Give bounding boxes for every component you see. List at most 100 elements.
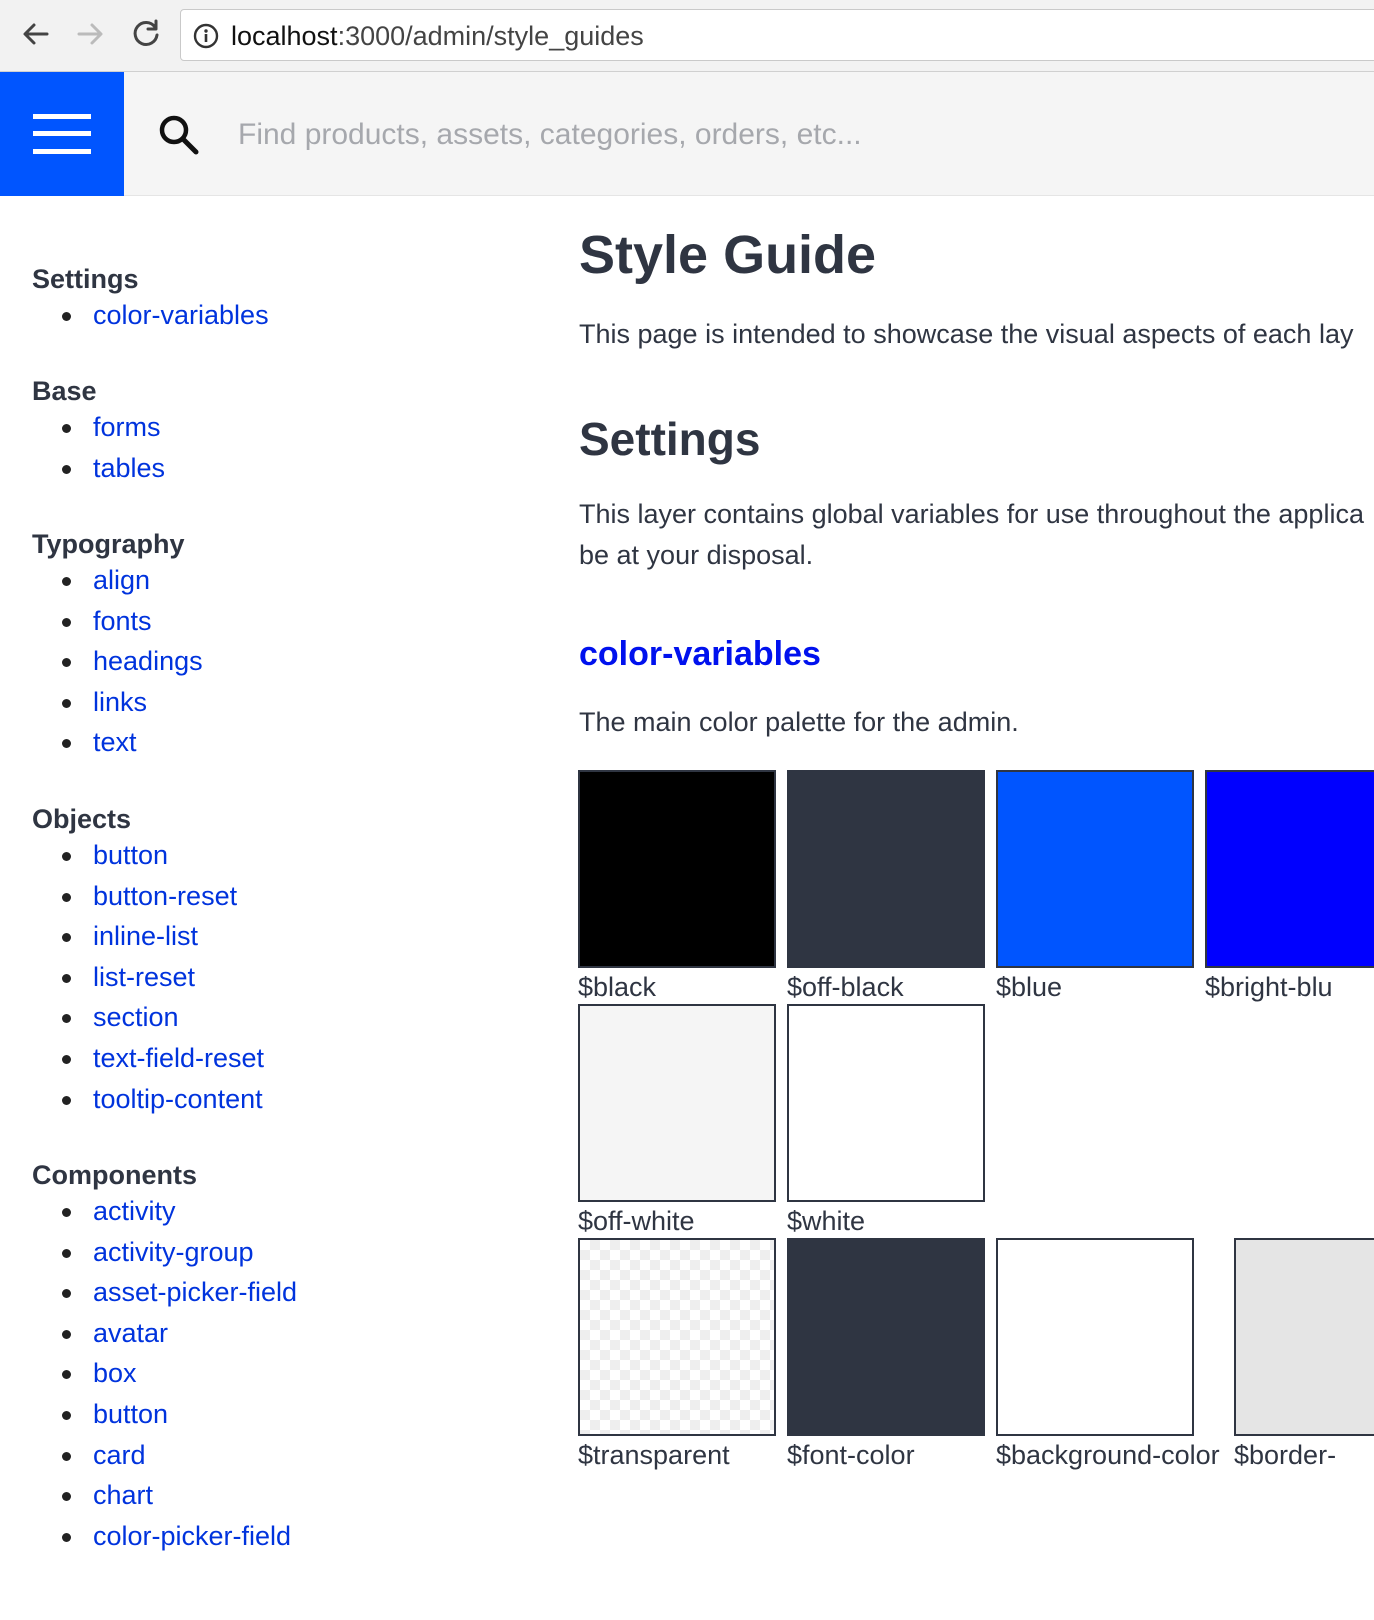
sidebar-heading: Settings [32, 264, 139, 294]
sidebar-item: text [32, 722, 203, 763]
search-icon [159, 115, 199, 155]
sidebar-item: box [32, 1353, 297, 1394]
sidebar-link-forms[interactable]: forms [93, 412, 161, 442]
browser-toolbar: localhost:3000/admin/style_guides [0, 0, 1374, 72]
address-bar[interactable]: localhost:3000/admin/style_guides [180, 9, 1374, 61]
sidebar-group-objects: Objects button button-reset inline-list … [32, 803, 264, 1119]
page-title: Style Guide [579, 225, 877, 285]
sidebar-link-activity[interactable]: activity [93, 1196, 176, 1226]
sidebar-link-inline-list[interactable]: inline-list [93, 921, 198, 951]
sidebar-link-headings[interactable]: headings [93, 646, 203, 676]
sidebar-item: card [32, 1435, 297, 1476]
back-button[interactable] [18, 16, 54, 52]
sidebar-group-typography: Typography align fonts headings links te… [32, 528, 203, 763]
sidebar-link-text[interactable]: text [93, 727, 137, 757]
swatch-label: $white [787, 1206, 866, 1236]
search-input[interactable] [236, 102, 1340, 168]
sidebar-link-asset-picker-field[interactable]: asset-picker-field [93, 1277, 297, 1307]
color-swatch-background-color: $background-color [996, 1238, 1220, 1472]
sidebar-item: tables [32, 448, 165, 489]
swatch-label: $background-color [996, 1440, 1220, 1470]
sidebar-link-list-reset[interactable]: list-reset [93, 962, 195, 992]
sidebar-list: activity activity-group asset-picker-fie… [32, 1191, 297, 1556]
color-swatch-off-white: $off-white [578, 1004, 776, 1238]
sidebar-link-align[interactable]: align [93, 565, 150, 595]
swatch-color-box [578, 770, 776, 968]
section-description-line-1: This layer contains global variables for… [579, 499, 1364, 529]
menu-button[interactable] [0, 72, 124, 196]
sidebar-item: chart [32, 1475, 297, 1516]
sidebar-item: color-picker-field [32, 1516, 297, 1557]
sidebar-list: forms tables [32, 407, 165, 488]
sidebar-link-button[interactable]: button [93, 840, 168, 870]
color-swatch-blue: $blue [996, 770, 1194, 1004]
swatch-color-box [996, 770, 1194, 968]
sidebar-item: button-reset [32, 876, 264, 917]
sidebar-item: color-variables [32, 295, 269, 336]
swatch-color-box [578, 1004, 776, 1202]
sidebar-heading: Base [32, 376, 97, 406]
sidebar-link-button-reset[interactable]: button-reset [93, 881, 237, 911]
sidebar-link-links[interactable]: links [93, 687, 147, 717]
intro-text: This page is intended to showcase the vi… [579, 319, 1354, 349]
sidebar-heading: Objects [32, 804, 132, 834]
swatch-label: $transparent [578, 1440, 730, 1470]
swatch-color-box [578, 1238, 776, 1436]
url-host: localhost [231, 21, 338, 51]
sidebar-link-tables[interactable]: tables [93, 453, 165, 483]
sidebar-link-fonts[interactable]: fonts [93, 606, 152, 636]
swatch-label: $blue [996, 972, 1063, 1002]
sidebar-link-activity-group[interactable]: activity-group [93, 1237, 254, 1267]
sidebar-item: tooltip-content [32, 1079, 264, 1120]
swatch-color-box [1234, 1238, 1374, 1436]
sidebar-heading: Typography [32, 529, 185, 559]
sidebar-item: links [32, 682, 203, 723]
sidebar-list: align fonts headings links text [32, 560, 203, 763]
swatch-color-box [1205, 770, 1374, 968]
sidebar-link-chart[interactable]: chart [93, 1480, 153, 1510]
forward-button[interactable] [72, 16, 108, 52]
sidebar-link-box[interactable]: box [93, 1358, 137, 1388]
swatch-label: $off-white [578, 1206, 695, 1236]
section-description-line-2: be at your disposal. [579, 540, 814, 570]
sidebar-link-tooltip-content[interactable]: tooltip-content [93, 1084, 263, 1114]
sidebar-link-section[interactable]: section [93, 1002, 179, 1032]
hamburger-menu-icon [33, 114, 91, 154]
reload-icon [133, 19, 159, 46]
sidebar-link-avatar[interactable]: avatar [93, 1318, 168, 1348]
sidebar-item: fonts [32, 601, 203, 642]
reload-button[interactable] [128, 16, 164, 52]
sidebar-link-button[interactable]: button [93, 1399, 168, 1429]
sidebar-group-settings: Settings color-variables [32, 263, 269, 336]
sidebar-item: forms [32, 407, 165, 448]
sidebar-item: list-reset [32, 957, 264, 998]
app-header [0, 72, 1374, 196]
sidebar-list: button button-reset inline-list list-res… [32, 835, 264, 1119]
info-icon[interactable] [193, 23, 219, 49]
swatch-color-box [787, 1238, 985, 1436]
url-path: :3000/admin/style_guides [337, 21, 644, 51]
url-text[interactable]: localhost:3000/admin/style_guides [231, 21, 644, 52]
sidebar-link-text-field-reset[interactable]: text-field-reset [93, 1043, 264, 1073]
swatch-label: $off-black [787, 972, 904, 1002]
sidebar-item: activity [32, 1191, 297, 1232]
subsection-title: color-variables [579, 635, 821, 673]
sidebar-item: avatar [32, 1313, 297, 1354]
color-swatch-white: $white [787, 1004, 985, 1238]
swatch-label: $black [578, 972, 657, 1002]
subsection-description: The main color palette for the admin. [579, 707, 1019, 737]
sidebar-item: activity-group [32, 1232, 297, 1273]
section-title: Settings [579, 413, 761, 465]
sidebar-link-card[interactable]: card [93, 1440, 146, 1470]
sidebar-item: button [32, 1394, 297, 1435]
sidebar-link-color-variables[interactable]: color-variables [93, 300, 269, 330]
sidebar-heading: Components [32, 1160, 197, 1190]
arrow-left-icon [23, 23, 49, 45]
sidebar-item: align [32, 560, 203, 601]
sidebar-link-color-picker-field[interactable]: color-picker-field [93, 1521, 291, 1551]
arrow-right-icon [77, 23, 103, 45]
swatch-color-box [787, 770, 985, 968]
swatch-color-box [996, 1238, 1194, 1436]
color-swatch-black: $black [578, 770, 776, 1004]
sidebar-item: inline-list [32, 916, 264, 957]
